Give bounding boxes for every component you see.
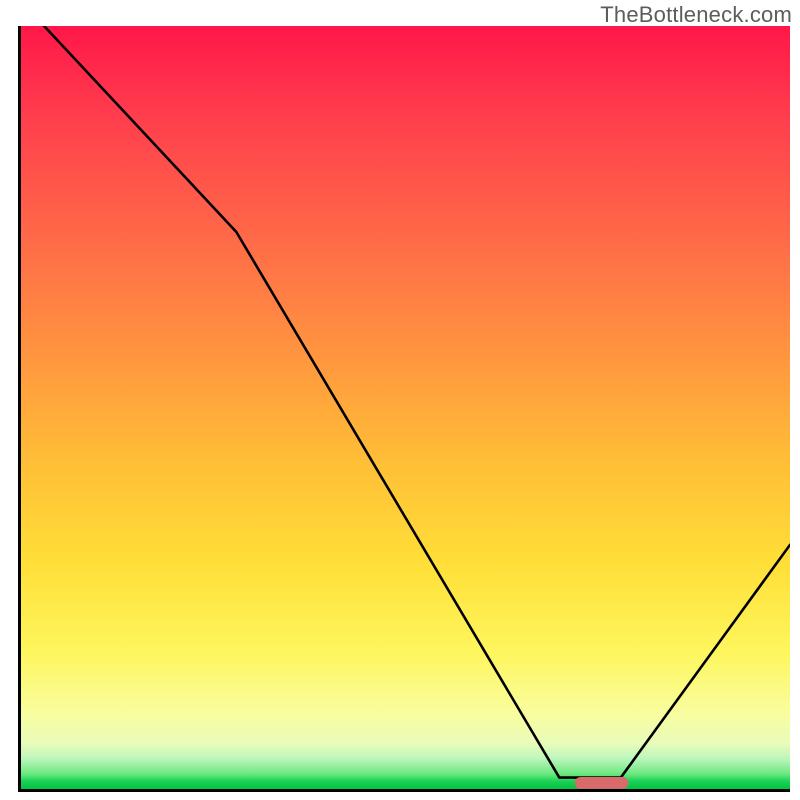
plot-area xyxy=(18,26,790,792)
optimal-range-marker xyxy=(575,777,629,789)
chart-frame: TheBottleneck.com xyxy=(0,0,800,800)
chart-svg xyxy=(21,26,790,789)
bottleneck-curve-line xyxy=(44,26,790,778)
watermark-text: TheBottleneck.com xyxy=(600,2,792,28)
